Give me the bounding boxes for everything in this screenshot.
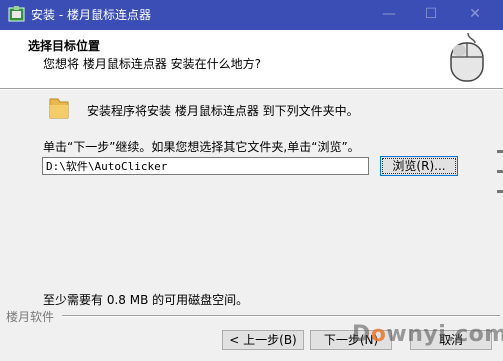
close-button[interactable]: ✕ [462,3,488,25]
back-button[interactable]: < 上一步(B) [222,330,304,350]
page-title: 选择目标位置 [28,39,101,53]
watermark-part-a: D [352,322,371,347]
mouse-icon [450,33,484,82]
brand-label: 楼月软件 [6,310,55,324]
site-watermark: Downyi.com [352,322,503,347]
header-divider-highlight [0,89,503,90]
maximize-button[interactable]: ☐ [418,3,444,25]
minimize-button[interactable]: — [376,3,402,25]
instruction-text: 单击“下一步”继续。如果您想选择其它文件夹,单击“浏览”。 [43,140,360,154]
browse-button[interactable]: 浏览(R)... [380,156,458,176]
window-title: 安装 - 楼月鼠标连点器 [31,8,151,22]
browse-button-label: 浏览(R)... [382,158,456,174]
page-subtitle: 您想将 楼月鼠标连点器 安装在什么地方? [43,57,261,71]
disk-space-text: 至少需要有 0.8 MB 的可用磁盘空间。 [43,293,249,307]
folder-icon [49,98,69,119]
background-glimpse [497,150,503,193]
watermark-part-o: o [370,322,387,347]
installer-app-icon [8,6,25,22]
watermark-part-b: wnyi.com [386,322,503,347]
wizard-header: 选择目标位置 您想将 楼月鼠标连点器 安装在什么地方? [0,30,503,88]
title-bar: 安装 - 楼月鼠标连点器 — ☐ ✕ [0,0,503,30]
install-path-input[interactable] [42,157,369,175]
install-description: 安装程序将安装 楼月鼠标连点器 到下列文件夹中。 [87,104,359,118]
footer-divider-highlight [62,316,500,317]
